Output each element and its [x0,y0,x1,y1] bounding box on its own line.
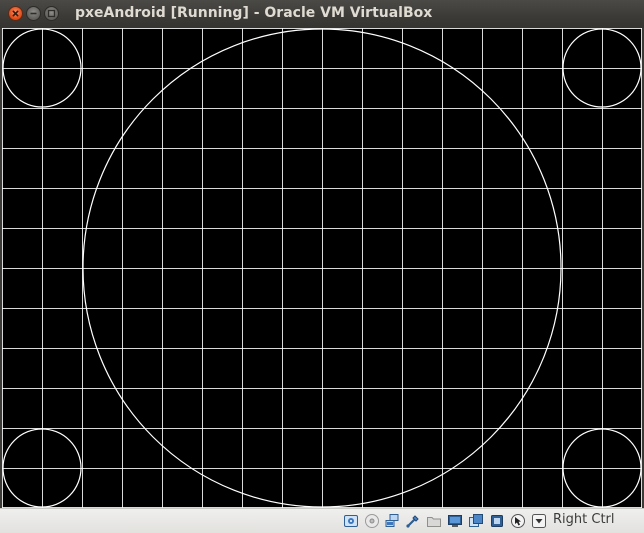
status-bar: Right Ctrl [0,508,644,533]
display-icon[interactable] [447,513,463,529]
test-pattern [2,28,642,508]
shared-folders-icon[interactable] [426,513,442,529]
mouse-integration-icon[interactable] [510,513,526,529]
vm-display[interactable] [2,28,642,508]
hard-disk-icon[interactable] [343,513,359,529]
keyboard-capture-icon[interactable] [531,513,547,529]
usb-icon[interactable] [405,513,421,529]
minimize-button[interactable] [26,6,41,21]
close-button[interactable] [8,6,23,21]
cpu-icon[interactable] [489,513,505,529]
close-icon [12,10,19,17]
title-bar[interactable]: pxeAndroid [Running] - Oracle VM Virtual… [0,0,644,28]
host-key-label: Right Ctrl [553,512,615,527]
maximize-button[interactable] [44,6,59,21]
window-title: pxeAndroid [Running] - Oracle VM Virtual… [75,5,433,21]
video-capture-icon[interactable] [468,513,484,529]
minimize-icon [30,12,37,15]
maximize-icon [47,9,56,18]
optical-drive-icon[interactable] [364,513,380,529]
network-icon[interactable] [384,513,400,529]
